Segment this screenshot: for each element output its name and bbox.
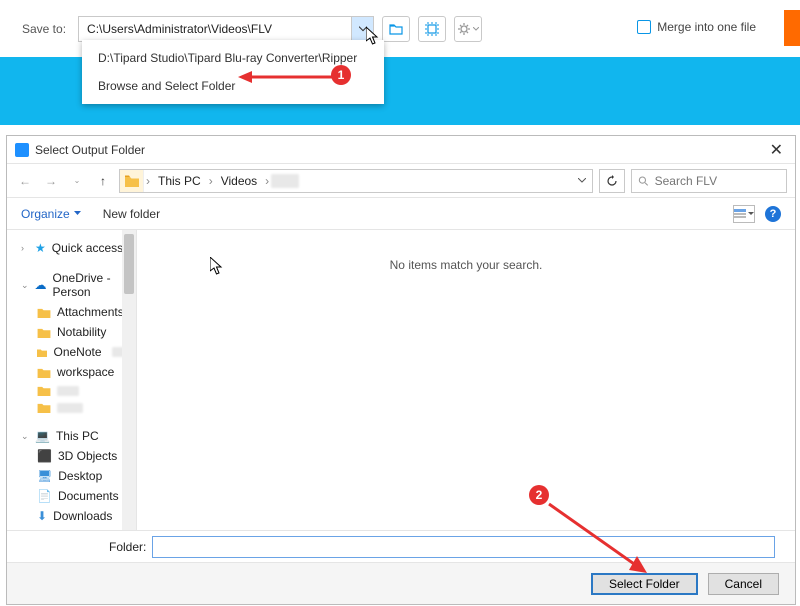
- tree-scrollbar[interactable]: [122, 230, 136, 530]
- merge-checkbox-group[interactable]: Merge into one file: [637, 20, 756, 34]
- chevron-right-icon: ›: [21, 243, 29, 253]
- view-icon: [734, 209, 746, 219]
- documents-icon: 📄: [37, 489, 52, 503]
- breadcrumb-sep-icon: ›: [144, 174, 152, 188]
- content-area: › ★ Quick access ⌄ ☁ OneDrive - Person A…: [7, 230, 795, 530]
- chevron-down-icon: [473, 27, 479, 31]
- app-icon: [15, 143, 29, 157]
- cpu-button[interactable]: [418, 16, 446, 42]
- blurred-text: [57, 386, 79, 396]
- cube-icon: ⬛: [37, 449, 52, 463]
- tree-blurred-folder[interactable]: [7, 399, 136, 416]
- search-icon: [638, 175, 649, 187]
- breadcrumb-sep-icon: ›: [207, 174, 215, 188]
- chevron-down-icon: [748, 212, 754, 216]
- tree-downloads[interactable]: ⬇Downloads: [7, 506, 136, 526]
- breadcrumb-this-pc[interactable]: This PC: [152, 170, 207, 192]
- open-folder-button[interactable]: [382, 16, 410, 42]
- dialog-titlebar: Select Output Folder ✕: [7, 136, 795, 164]
- pc-icon: 💻: [35, 429, 50, 443]
- nav-recent-dropdown[interactable]: ⌄: [67, 171, 87, 191]
- tree-notability[interactable]: Notability: [7, 322, 136, 342]
- refresh-button[interactable]: [599, 169, 625, 193]
- download-icon: ⬇: [37, 509, 47, 523]
- convert-button-edge[interactable]: [784, 10, 800, 46]
- desktop-icon: 🖥: [37, 469, 52, 483]
- blurred-text: [57, 403, 83, 413]
- merge-label: Merge into one file: [657, 20, 756, 34]
- cursor-icon: [366, 27, 380, 45]
- arrow-annotation-2: [545, 500, 655, 580]
- chevron-down-icon: ⌄: [21, 280, 29, 291]
- callout-1: 1: [331, 65, 351, 85]
- cursor-icon: [210, 257, 224, 275]
- search-input[interactable]: [655, 174, 780, 188]
- folder-name-row: Folder:: [7, 530, 795, 562]
- dialog-title-text: Select Output Folder: [35, 143, 145, 157]
- tree-3d-objects[interactable]: ⬛3D Objects: [7, 446, 136, 466]
- dialog-toolbar: Organize New folder ?: [7, 198, 795, 230]
- settings-button[interactable]: [454, 16, 482, 42]
- save-path-box: [78, 16, 374, 42]
- tree-documents[interactable]: 📄Documents: [7, 486, 136, 506]
- breadcrumb-box[interactable]: › This PC › Videos ›: [119, 169, 593, 193]
- merge-checkbox[interactable]: [637, 20, 651, 34]
- breadcrumb-videos[interactable]: Videos: [215, 170, 263, 192]
- tree-quick-access[interactable]: › ★ Quick access: [7, 238, 136, 258]
- chevron-down-icon: [74, 211, 81, 216]
- cloud-icon: ☁: [35, 278, 47, 292]
- folder-name-input[interactable]: [152, 536, 775, 558]
- dialog-close-button[interactable]: ✕: [766, 140, 787, 160]
- dialog-button-row: Select Folder Cancel: [7, 562, 795, 604]
- nav-up-button[interactable]: ↑: [93, 171, 113, 191]
- tree-blurred-folder[interactable]: [7, 382, 136, 399]
- arrow-annotation-1: [238, 70, 336, 84]
- help-button[interactable]: ?: [765, 206, 781, 222]
- view-options-button[interactable]: [733, 205, 755, 223]
- breadcrumb-sep-icon: ›: [263, 174, 271, 188]
- nav-forward-button[interactable]: →: [41, 171, 61, 191]
- empty-message: No items match your search.: [137, 230, 795, 530]
- nav-back-button[interactable]: ←: [15, 171, 35, 191]
- cpu-icon: [425, 22, 439, 36]
- organize-menu[interactable]: Organize: [21, 207, 81, 221]
- folder-open-icon: [389, 23, 403, 35]
- tree-desktop[interactable]: 🖥Desktop: [7, 466, 136, 486]
- search-box[interactable]: [631, 169, 787, 193]
- tree-onedrive[interactable]: ⌄ ☁ OneDrive - Person: [7, 268, 136, 302]
- folder-tree: › ★ Quick access ⌄ ☁ OneDrive - Person A…: [7, 230, 137, 530]
- folder-label: Folder:: [109, 540, 146, 554]
- tree-attachments[interactable]: Attachments: [7, 302, 136, 322]
- breadcrumb-history-dropdown[interactable]: [572, 170, 592, 192]
- tree-onenote[interactable]: OneNote: [7, 342, 136, 362]
- gear-icon: [457, 22, 471, 36]
- chevron-down-icon: ⌄: [21, 431, 29, 442]
- cancel-button[interactable]: Cancel: [708, 573, 779, 595]
- select-output-folder-dialog: Select Output Folder ✕ ← → ⌄ ↑ › This PC…: [6, 135, 796, 605]
- nav-row: ← → ⌄ ↑ › This PC › Videos ›: [7, 164, 795, 198]
- scrollbar-thumb[interactable]: [124, 234, 134, 294]
- breadcrumb-folder-icon: [120, 170, 144, 192]
- callout-2: 2: [529, 485, 549, 505]
- tree-this-pc[interactable]: ⌄ 💻 This PC: [7, 426, 136, 446]
- tree-workspace[interactable]: workspace: [7, 362, 136, 382]
- star-icon: ★: [35, 241, 46, 255]
- new-folder-button[interactable]: New folder: [103, 207, 160, 221]
- breadcrumb-blurred-segment[interactable]: [271, 174, 299, 188]
- save-to-label: Save to:: [22, 22, 66, 36]
- save-path-input[interactable]: [79, 17, 351, 41]
- refresh-icon: [606, 175, 618, 187]
